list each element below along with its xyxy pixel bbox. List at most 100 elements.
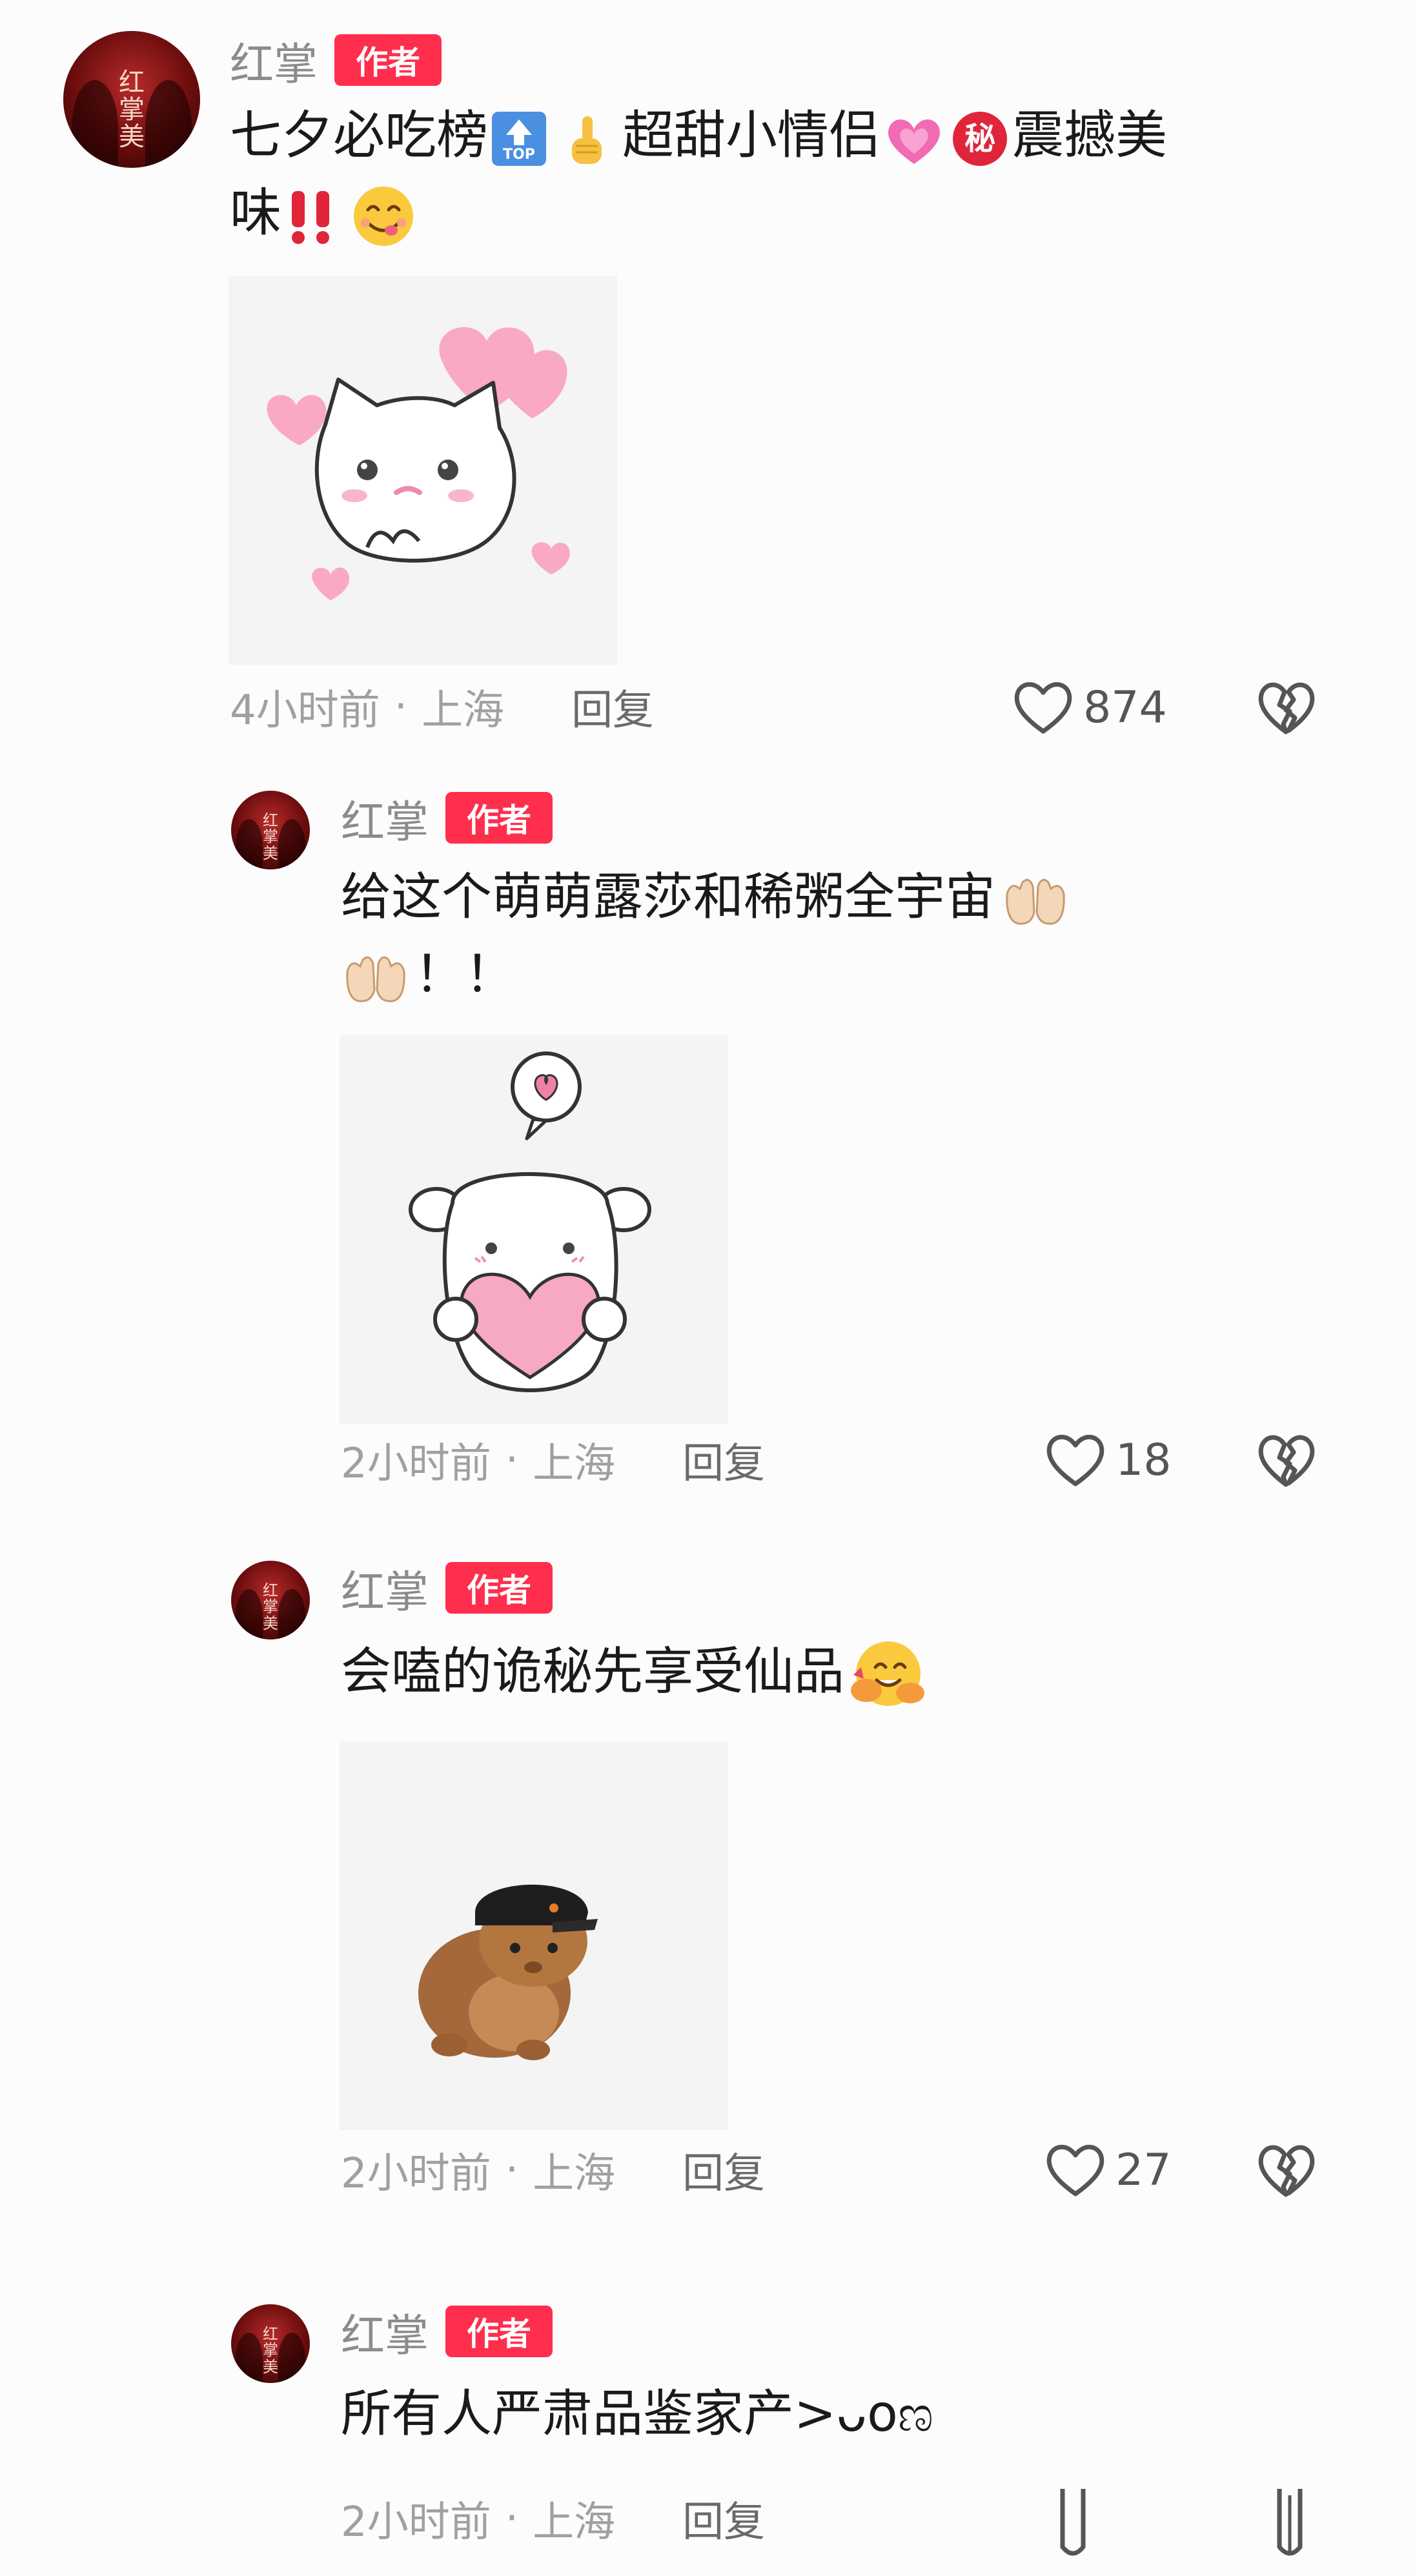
comment-text-line-1: 给这个萌萌露莎和稀粥全宇宙	[341, 858, 1309, 936]
palms-up-icon	[1001, 873, 1070, 928]
comment-meta: 2小时前 · 上海 回复	[341, 2493, 765, 2546]
heart-outline-icon	[1014, 682, 1072, 734]
comment-text: 所有人严肃品鉴家产>ᴗoಣ	[341, 2375, 1309, 2453]
avatar-figure-left	[236, 2332, 263, 2383]
comment-location: 上海	[533, 2499, 616, 2546]
separator-dot: ·	[505, 2146, 519, 2194]
comment-text: 会嗑的诡秘先享受仙品	[341, 1633, 1309, 1710]
comment-header: 红掌 作者	[341, 2304, 553, 2362]
avatar-text: 红掌美	[263, 811, 278, 862]
comment-time: 2小时前	[341, 2150, 491, 2198]
comment-time: 2小时前	[341, 1440, 491, 1488]
like-button[interactable]	[1059, 2489, 1087, 2560]
sticker-hamster-cap[interactable]	[340, 1741, 728, 2130]
like-button[interactable]: 18	[1043, 1432, 1172, 1488]
like-count: 18	[1115, 1434, 1172, 1486]
broken-heart-icon-cropped	[1277, 2489, 1303, 2556]
avatar-figure-left	[71, 80, 118, 168]
avatar[interactable]: 红掌美	[231, 2304, 310, 2383]
text-segment: ！！	[414, 946, 516, 1004]
reply-button[interactable]: 回复	[682, 2489, 765, 2548]
comment-text-line-2: 味	[230, 174, 1327, 252]
avatar-figure-right	[278, 1588, 305, 1639]
author-badge: 作者	[445, 2306, 553, 2357]
double-exclamation-icon	[285, 187, 337, 245]
comment-meta: 2小时前 · 上海 回复	[341, 2144, 765, 2198]
comment-meta: 4小时前 · 上海 回复	[230, 681, 654, 735]
text-segment: 震撼美	[1012, 105, 1167, 165]
comment-header: 红掌 作者	[341, 791, 553, 848]
username[interactable]: 红掌	[341, 1556, 429, 1620]
cat-hearts-illustration	[267, 327, 570, 600]
comment-text-line-1: 七夕必吃榜 TOP 超甜小情侣 秘 震撼美	[230, 97, 1327, 174]
broken-heart-icon	[1258, 682, 1315, 735]
like-count: 874	[1083, 682, 1167, 733]
username[interactable]: 红掌	[230, 28, 318, 92]
avatar-figure-right	[145, 80, 192, 168]
secret-icon: 秘	[953, 112, 1007, 167]
secret-label: 秘	[964, 121, 995, 157]
comment-text-line-1: 所有人严肃品鉴家产>ᴗoಣ	[341, 2375, 1309, 2453]
comment-location: 上海	[422, 687, 505, 735]
like-button[interactable]: 874	[1011, 679, 1167, 736]
comment-text: 给这个萌萌露莎和稀粥全宇宙 ！！	[341, 858, 1309, 1013]
avatar-text: 红掌美	[119, 68, 145, 152]
separator-dot: ·	[505, 1436, 519, 1484]
comment-text-line-1: 会嗑的诡秘先享受仙品	[341, 1633, 1309, 1710]
heart-outline-icon-cropped	[1060, 2489, 1086, 2556]
sticker-puppy-heart[interactable]	[340, 1035, 728, 1424]
comment-time: 4小时前	[230, 687, 380, 735]
dislike-button[interactable]	[1255, 679, 1317, 737]
broken-heart-icon	[1258, 2145, 1315, 2197]
like-button[interactable]: 27	[1043, 2142, 1172, 2198]
comment-meta: 2小时前 · 上海 回复	[341, 1434, 765, 1488]
sticker-cat-hearts[interactable]	[229, 276, 617, 665]
text-segment: 给这个萌萌露莎和稀粥全宇宙	[341, 868, 996, 926]
comment-location: 上海	[533, 1440, 616, 1488]
text-segment: 所有人严肃品鉴家产>ᴗoಣ	[341, 2385, 934, 2443]
text-segment: 超甜小情侣	[622, 105, 881, 165]
dislike-button[interactable]	[1255, 2142, 1317, 2200]
heart-outline-icon	[1046, 1435, 1105, 1486]
avatar-figure-right	[278, 818, 305, 869]
text-segment: 七夕必吃榜	[230, 105, 488, 165]
reply-button[interactable]: 回复	[682, 2140, 765, 2200]
comment-header: 红掌 作者	[230, 32, 442, 90]
reply-button[interactable]: 回复	[682, 1430, 765, 1490]
pointing-up-icon	[559, 112, 613, 166]
text-segment: 会嗑的诡秘先享受仙品	[341, 1643, 845, 1701]
avatar-figure-left	[236, 818, 263, 869]
savoring-face-icon	[351, 184, 416, 248]
avatar-text: 红掌美	[263, 2325, 278, 2376]
avatar-figure-right	[278, 2332, 305, 2383]
avatar[interactable]: 红掌美	[231, 791, 310, 869]
comment-location: 上海	[533, 2150, 616, 2198]
growing-heart-icon	[883, 112, 945, 166]
comment-time: 2小时前	[341, 2499, 491, 2546]
text-segment: 味	[230, 183, 281, 243]
dislike-button[interactable]	[1276, 2489, 1304, 2560]
hamster-cap-illustration	[418, 1884, 598, 2060]
dislike-button[interactable]	[1255, 1432, 1317, 1490]
comment-header: 红掌 作者	[341, 1561, 553, 1618]
avatar-figure-left	[236, 1588, 263, 1639]
avatar[interactable]: 红掌美	[63, 31, 200, 168]
separator-dot: ·	[394, 683, 408, 731]
author-badge: 作者	[334, 34, 442, 86]
palms-up-icon	[341, 951, 411, 1005]
comment-text-line-2: ！！	[341, 936, 1309, 1013]
broken-heart-icon	[1258, 1435, 1315, 1487]
avatar[interactable]: 红掌美	[231, 1561, 310, 1639]
reply-button[interactable]: 回复	[571, 677, 654, 736]
like-count: 27	[1115, 2144, 1172, 2196]
avatar-text: 红掌美	[263, 1581, 278, 1632]
author-badge: 作者	[445, 792, 553, 844]
separator-dot: ·	[505, 2495, 519, 2542]
top-label: TOP	[503, 147, 535, 163]
username[interactable]: 红掌	[341, 2300, 429, 2364]
top-arrow-icon: TOP	[492, 112, 546, 167]
puppy-heart-illustration	[409, 1051, 651, 1392]
heart-outline-icon	[1046, 2145, 1105, 2196]
hugging-face-icon	[847, 1636, 925, 1714]
username[interactable]: 红掌	[341, 786, 429, 850]
